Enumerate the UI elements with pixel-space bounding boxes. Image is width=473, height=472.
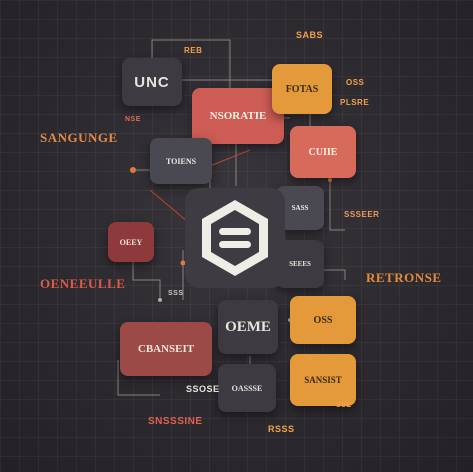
label-mid-small: SSOSE xyxy=(186,384,220,394)
label-sangunge: SANGUNGE xyxy=(40,130,118,145)
label-left-small-2: SSS xyxy=(168,290,184,297)
node-cuiie[interactable]: CUIIE xyxy=(290,126,356,178)
node-fotas[interactable]: FOTAS xyxy=(272,64,332,114)
label-top-right: SABS xyxy=(296,30,324,40)
hexagon-database-icon[interactable] xyxy=(183,186,287,290)
node-oeey[interactable]: OEEY xyxy=(108,222,154,262)
node-cbanseit[interactable]: CBANSEIT xyxy=(120,322,212,376)
label-bottom-right: RSSS xyxy=(268,424,295,434)
node-toiens[interactable]: TOIENS xyxy=(150,138,212,184)
label-retroonse: RETRONSE xyxy=(366,270,442,285)
label-left-small-1: NSE xyxy=(125,116,141,123)
node-unc[interactable]: UNC xyxy=(122,58,182,106)
node-oss[interactable]: OSS xyxy=(290,296,356,344)
node-nsoratie[interactable]: NSORATIE xyxy=(192,88,284,144)
label-small-top: OSS xyxy=(346,78,365,87)
label-oeneeulle: OENEEULLE xyxy=(40,276,126,291)
node-sansist[interactable]: SANSIST xyxy=(290,354,356,406)
label-top-center: REB xyxy=(184,46,203,55)
label-small-right-2: PLSRE xyxy=(340,98,370,107)
node-oeme[interactable]: OEME xyxy=(218,300,278,354)
label-bottom-center: SNSSSINE xyxy=(148,416,203,427)
node-oassse[interactable]: OASSSE xyxy=(218,364,276,412)
diagram-canvas: UNC NSORATIE FOTAS CUIIE TOIENS OEEY SAS… xyxy=(0,0,473,472)
label-small-right-1: SSE xyxy=(336,402,352,409)
label-right-mid: SSSEER xyxy=(344,210,380,219)
